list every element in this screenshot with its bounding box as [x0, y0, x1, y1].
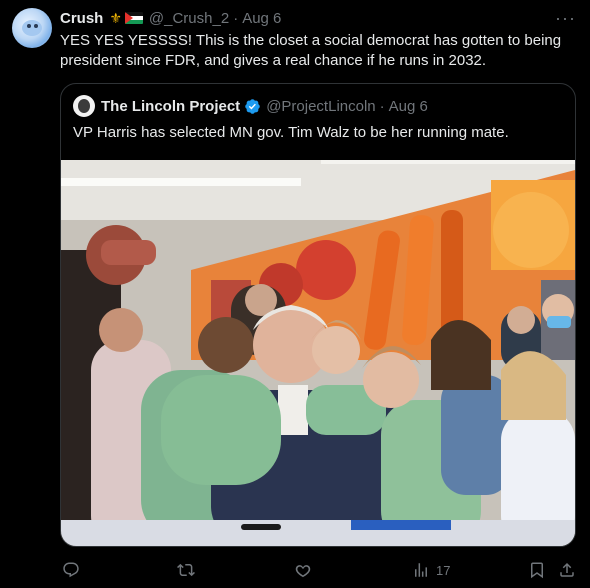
quoted-author-handle: @ProjectLincoln — [266, 97, 376, 115]
share-button[interactable] — [558, 560, 576, 580]
quoted-author-name: The Lincoln Project — [101, 97, 241, 115]
views-chart-icon — [415, 563, 427, 577]
like-button[interactable] — [294, 560, 312, 580]
palestine-flag-icon — [124, 12, 143, 24]
tweet-actions-bar: 17 — [60, 560, 580, 580]
retweet-button[interactable] — [177, 560, 195, 580]
heart-icon — [295, 565, 311, 578]
bookmark-button[interactable] — [528, 560, 546, 580]
tweet-header: Crush ⚜ @_Crush_2 · Aug 6 — [60, 9, 281, 27]
author-avatar[interactable] — [12, 8, 52, 48]
tweet-card[interactable]: Crush ⚜ @_Crush_2 · Aug 6 ··· YES YES YE… — [0, 0, 590, 588]
retweet-icon — [177, 563, 195, 577]
reply-icon — [63, 562, 79, 578]
views-button[interactable]: 17 — [412, 560, 450, 580]
crown-emoji-icon: ⚜ — [109, 9, 122, 26]
quoted-author-avatar — [73, 95, 95, 117]
views-count: 17 — [436, 562, 451, 578]
tweet-date[interactable]: Aug 6 — [242, 10, 281, 27]
quoted-tweet-photo[interactable] — [61, 160, 575, 546]
quoted-tweet-date: Aug 6 — [388, 97, 428, 115]
quoted-tweet-header: The Lincoln Project @ProjectLincoln · Au… — [73, 95, 428, 117]
author-name[interactable]: Crush — [60, 10, 103, 27]
quoted-separator-dot: · — [379, 97, 385, 115]
share-icon — [560, 562, 574, 577]
separator-dot: · — [233, 9, 239, 27]
author-handle[interactable]: @_Crush_2 — [149, 10, 229, 27]
bookmark-icon — [531, 562, 543, 579]
reply-button[interactable] — [62, 560, 80, 580]
photo-illustration — [61, 160, 575, 546]
verified-badge-icon — [245, 98, 260, 114]
tweet-text: YES YES YESSSS! This is the closet a soc… — [60, 32, 562, 69]
quoted-tweet-text: VP Harris has selected MN gov. Tim Walz … — [73, 124, 509, 141]
quoted-tweet[interactable]: The Lincoln Project @ProjectLincoln · Au… — [60, 83, 576, 547]
more-dots-icon[interactable]: ··· — [555, 8, 576, 29]
